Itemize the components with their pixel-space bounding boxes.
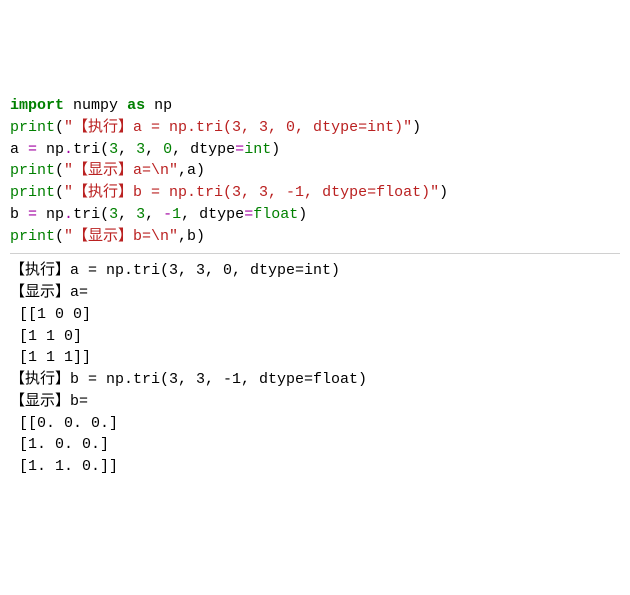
- output-line: 【执行】a = np.tri(3, 3, 0, dtype=int): [10, 262, 340, 279]
- comma: ,: [145, 206, 163, 223]
- code-line-3: a = np.tri(3, 3, 0, dtype=int): [10, 141, 280, 158]
- assign-op: =: [244, 206, 253, 223]
- output-block: 【执行】a = np.tri(3, 3, 0, dtype=int) 【显示】a…: [10, 260, 620, 478]
- comma: ,: [118, 206, 136, 223]
- paren-open: (: [55, 228, 64, 245]
- code-line-5: print("【执行】b = np.tri(3, 3, -1, dtype=fl…: [10, 184, 448, 201]
- assign-op: =: [28, 141, 37, 158]
- paren-close: ): [298, 206, 307, 223]
- num-literal: 3: [136, 206, 145, 223]
- num-literal: 3: [136, 141, 145, 158]
- fn-tri: tri(: [73, 206, 109, 223]
- paren-close: ): [412, 119, 421, 136]
- output-line: [1. 1. 0.]]: [10, 458, 118, 475]
- output-line: [1 1 0]: [10, 328, 82, 345]
- builtin-float: float: [253, 206, 298, 223]
- builtin-print: print: [10, 162, 55, 179]
- output-line: [[1 0 0]: [10, 306, 91, 323]
- assign-op: =: [235, 141, 244, 158]
- var-b: b: [10, 206, 28, 223]
- builtin-print: print: [10, 119, 55, 136]
- output-line: [1. 0. 0.]: [10, 436, 109, 453]
- string-literal: "【显示】a=\n": [64, 162, 178, 179]
- paren-close: ): [439, 184, 448, 201]
- comma: ,: [118, 141, 136, 158]
- np-ref: np: [37, 141, 64, 158]
- var-a: a: [10, 141, 28, 158]
- paren-open: (: [55, 119, 64, 136]
- paren-close: ): [271, 141, 280, 158]
- args-tail: ,b): [178, 228, 205, 245]
- code-line-6: b = np.tri(3, 3, -1, dtype=float): [10, 206, 307, 223]
- string-literal: "【执行】a = np.tri(3, 3, 0, dtype=int)": [64, 119, 412, 136]
- output-line: 【显示】a=: [10, 284, 88, 301]
- code-block: import numpy as np print("【执行】a = np.tri…: [10, 95, 620, 254]
- code-line-4: print("【显示】a=\n",a): [10, 162, 205, 179]
- string-literal: "【执行】b = np.tri(3, 3, -1, dtype=float)": [64, 184, 439, 201]
- num-literal: 1: [172, 206, 181, 223]
- dot-op: .: [64, 206, 73, 223]
- output-line: 【执行】b = np.tri(3, 3, -1, dtype=float): [10, 371, 367, 388]
- output-line: [[0. 0. 0.]: [10, 415, 118, 432]
- num-literal: 3: [109, 141, 118, 158]
- np-ref: np: [37, 206, 64, 223]
- minus-op: -: [163, 206, 172, 223]
- alias-name: np: [154, 97, 172, 114]
- output-line: [1 1 1]]: [10, 349, 91, 366]
- num-literal: 0: [163, 141, 172, 158]
- code-line-2: print("【执行】a = np.tri(3, 3, 0, dtype=int…: [10, 119, 421, 136]
- keyword-as: as: [127, 97, 145, 114]
- string-literal: "【显示】b=\n": [64, 228, 178, 245]
- paren-open: (: [55, 162, 64, 179]
- keyword-import: import: [10, 97, 64, 114]
- num-literal: 3: [109, 206, 118, 223]
- comma-dtype: , dtype: [172, 141, 235, 158]
- code-line-7: print("【显示】b=\n",b): [10, 228, 205, 245]
- builtin-print: print: [10, 184, 55, 201]
- builtin-print: print: [10, 228, 55, 245]
- dot-op: .: [64, 141, 73, 158]
- assign-op: =: [28, 206, 37, 223]
- code-line-1: import numpy as np: [10, 97, 172, 114]
- module-name: numpy: [73, 97, 118, 114]
- builtin-int: int: [244, 141, 271, 158]
- comma-dtype: , dtype: [181, 206, 244, 223]
- args-tail: ,a): [178, 162, 205, 179]
- comma: ,: [145, 141, 163, 158]
- paren-open: (: [55, 184, 64, 201]
- output-line: 【显示】b=: [10, 393, 88, 410]
- fn-tri: tri(: [73, 141, 109, 158]
